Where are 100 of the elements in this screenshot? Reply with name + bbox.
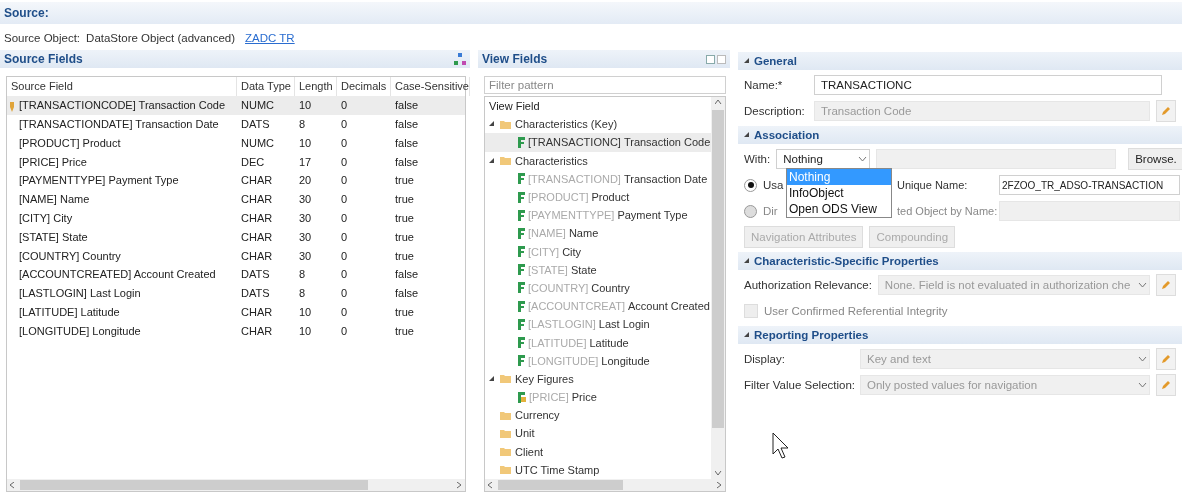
section-header[interactable]: Association [738,126,1182,144]
table-row[interactable]: [STATE] State CHAR 30 0 true [7,227,465,247]
tree-item[interactable]: [CITY] City [485,242,711,261]
browse-button[interactable]: Browse. [1128,148,1182,170]
caret-icon [858,156,868,162]
column-header[interactable]: Decimals [337,77,391,96]
scroll-right-icon[interactable] [717,481,722,489]
table-row[interactable]: [PRICE] Price DEC 17 0 false [7,152,465,171]
tree-item[interactable]: [COUNTRY] Country [485,278,711,298]
expand-collapse-icon[interactable] [706,54,726,64]
tree-item[interactable]: [TRANSACTIOND] Transaction Date [485,169,711,188]
collapse-icon[interactable] [489,157,495,164]
collapse-icon[interactable] [744,58,750,64]
scroll-down-icon[interactable] [714,471,722,476]
radio-button[interactable] [744,178,757,192]
table-row[interactable]: [PRODUCT] Product NUMC 10 0 false [7,133,465,153]
collapse-icon[interactable] [489,375,495,382]
edit-button[interactable] [1156,348,1176,370]
collapse-icon[interactable] [744,132,750,138]
tree-folder[interactable]: Client [485,442,711,461]
tree-item[interactable]: [NAME] Name [485,224,711,243]
table-row[interactable]: [LONGITUDE] Longitude CHAR 10 0 true [7,321,465,341]
table-row[interactable]: [NAME] Name CHAR 30 0 true [7,189,465,209]
table-row[interactable]: [LASTLOGIN] Last Login DATS 8 0 false [7,283,465,303]
tree-folder[interactable]: UTC Time Stamp [485,460,711,479]
association-field[interactable] [876,149,1117,169]
field-icon [516,337,525,349]
object-link[interactable]: ZADC TR [245,32,295,44]
table-cell-text: NUMC [240,99,275,112]
vertical-scrollbar[interactable] [711,97,725,479]
scroll-left-icon[interactable] [488,481,493,489]
edit-button[interactable] [1156,274,1176,296]
field-icon [516,318,525,330]
table-cell-text: 0 [340,155,349,168]
field-icon [516,227,525,239]
edit-button[interactable] [1156,374,1176,396]
column-header[interactable]: Case-Sensitive [391,77,470,96]
caret-icon [1138,282,1147,288]
table-cell-text: 0 [340,268,349,281]
tree-item[interactable]: [TRANSACTIONC] Transaction Code [485,133,711,152]
table-cell-text: [STATE] State [18,230,89,243]
tree-item[interactable]: [LONGITUDE] Longitude [485,351,711,370]
table-row[interactable]: [LATITUDE] Latitude CHAR 10 0 true [7,302,465,322]
tree-folder[interactable]: Currency [485,406,711,425]
scroll-up-icon[interactable] [714,100,722,105]
scroll-left-icon[interactable] [10,481,15,489]
tree-folder[interactable]: Characteristics [485,151,711,170]
column-header[interactable]: View Field [485,97,711,116]
column-header[interactable]: Source Field [7,77,237,96]
tree-item[interactable]: [STATE] State [485,260,711,279]
with-dropdown[interactable]: Nothing [776,149,871,169]
table-cell-text: 20 [298,174,313,187]
table-row[interactable]: [TRANSACTIONCODE] Transaction Code NUMC 10 0 false [7,95,465,115]
field-icon [516,282,525,294]
tree-folder[interactable]: Key Figures [485,369,711,388]
section-header[interactable]: Reporting Properties [738,326,1182,344]
table-cell-text: 8 [298,268,307,281]
folder-icon [500,374,512,384]
field-icon [516,173,525,185]
tree-item[interactable]: [PRICE] Price [485,388,711,407]
folder-icon [500,428,512,438]
section-header[interactable]: Characteristic-Specific Properties [738,252,1182,270]
tree-item[interactable]: [PRODUCT] Product [485,187,711,207]
horizontal-scrollbar[interactable] [7,479,465,491]
table-cell-text: DATS [240,287,271,300]
section-header[interactable]: General [738,52,1182,70]
table-row[interactable]: [COUNTRY] Country CHAR 30 0 true [7,246,465,265]
section-title: Association [754,129,820,141]
name-field[interactable] [999,201,1180,221]
tree-item[interactable]: [ACCOUNTCREAT] Account Created [485,297,711,316]
name-field[interactable]: TRANSACTIONC [814,75,1162,95]
collapse-icon[interactable] [744,332,750,338]
panel-title: View Fields [482,52,548,66]
table-cell-text: [LASTLOGIN] Last Login [18,287,142,300]
tree-item[interactable]: [LASTLOGIN] Last Login [485,315,711,334]
table-row[interactable]: [ACCOUNTCREATED] Account Created DATS 8 0 false [7,264,465,284]
name-field[interactable]: 2FZOO_TR_ADSO-TRANSACTION [999,175,1180,195]
radio-label: Usa [763,179,785,191]
horizontal-scrollbar[interactable] [485,479,725,491]
table-cell-text: [LONGITUDE] Longitude [18,324,142,337]
table-row[interactable]: [CITY] City CHAR 30 0 true [7,208,465,228]
hierarchy-icon[interactable] [454,53,466,65]
tree-item[interactable]: [LATITUDE] Latitude [485,333,711,352]
edit-button[interactable] [1156,100,1176,122]
section-title: Characteristic-Specific Properties [754,255,939,267]
table-cell-text: 10 [298,324,313,337]
table-row[interactable]: [PAYMENTTYPE] Payment Type CHAR 20 0 true [7,171,465,190]
tree-folder[interactable]: Unit [485,424,711,443]
tree-folder[interactable]: Characteristics (Key) [485,115,711,134]
table-row[interactable]: [TRANSACTIONDATE] Transaction Date DATS 8 0 false [7,114,465,134]
table-cell-text: DEC [240,155,266,168]
collapse-icon[interactable] [744,258,750,264]
column-header[interactable]: Data Type [237,77,295,96]
tree-item[interactable]: [PAYMENTTYPE] Payment Type [485,206,711,225]
filter-field[interactable]: Filter pattern [484,76,726,94]
field-label: Description: [744,105,806,117]
tree-label: Account Created [627,300,710,313]
scroll-right-icon[interactable] [457,481,462,489]
column-header[interactable]: Length [295,77,337,96]
collapse-icon[interactable] [489,121,495,128]
